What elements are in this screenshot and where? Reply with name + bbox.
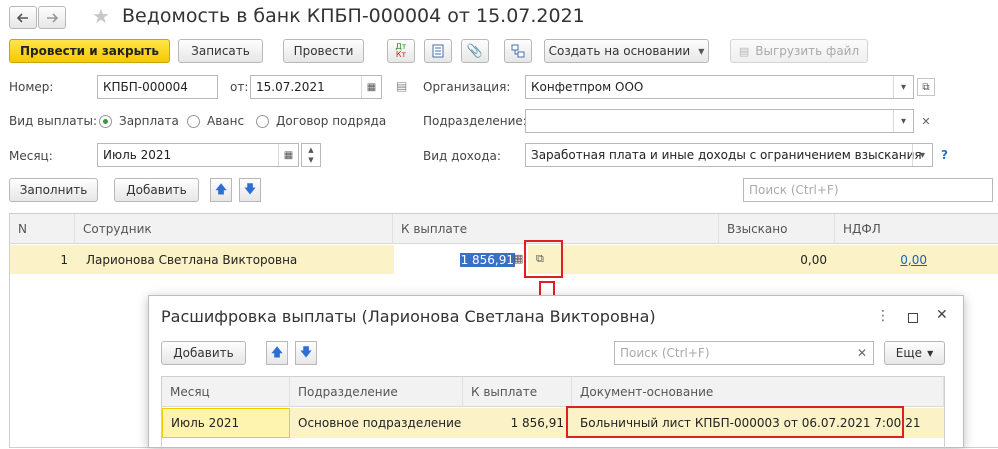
- chevron-down-icon[interactable]: ▾: [893, 110, 913, 132]
- dialog-row-month[interactable]: Июль 2021: [162, 408, 290, 438]
- highlight-open-details: [524, 240, 563, 278]
- department-field[interactable]: ▾: [525, 109, 914, 133]
- income-type-label: Вид дохода:: [423, 149, 501, 163]
- number-label: Номер:: [9, 80, 54, 94]
- column-header-month[interactable]: Месяц: [162, 377, 290, 407]
- income-type-field[interactable]: Заработная плата и иные доходы с огранич…: [525, 143, 933, 167]
- close-icon: ✕: [856, 346, 868, 360]
- clear-department-icon[interactable]: ✕: [917, 112, 935, 130]
- dialog-move-down-button[interactable]: 🡇: [295, 341, 317, 365]
- dialog-row-to-pay: 1 856,91: [510, 416, 564, 430]
- radio-contract[interactable]: [256, 115, 269, 128]
- arrow-down-icon: 🡇: [299, 344, 313, 359]
- calendar-icon[interactable]: ▦: [361, 76, 381, 98]
- dialog-add-button[interactable]: Добавить: [161, 341, 246, 365]
- organization-field[interactable]: Конфетпром ООО ▾: [525, 75, 914, 99]
- arrow-left-icon: [17, 12, 28, 23]
- radio-contract-label: Договор подряда: [276, 114, 387, 128]
- payment-type-label: Вид выплаты:: [9, 114, 98, 128]
- dialog-clear-search-button[interactable]: ✕: [851, 341, 873, 365]
- month-stepper[interactable]: ▲ ▼: [301, 143, 321, 167]
- save-button[interactable]: Записать: [178, 39, 263, 63]
- dt-kt-button[interactable]: Дт Кт: [387, 39, 415, 63]
- comment-icon[interactable]: ▤: [396, 79, 407, 93]
- dt-kt-icon: Дт Кт: [395, 42, 407, 59]
- list-button[interactable]: [424, 39, 452, 63]
- arrow-up-icon: 🡅: [270, 344, 284, 359]
- chevron-down-icon[interactable]: ▾: [912, 144, 932, 166]
- create-based-on-button[interactable]: Создать на основании ▼: [544, 39, 709, 63]
- number-field[interactable]: КПБП-000004: [97, 75, 218, 99]
- arrow-down-icon: 🡇: [243, 181, 257, 196]
- table-header: N Сотрудник К выплате Взыскано НДФЛ: [10, 214, 998, 244]
- dialog-row-department: Основное подразделение: [298, 416, 462, 430]
- fill-button[interactable]: Заполнить: [9, 178, 98, 202]
- dialog-menu-icon[interactable]: ⋮: [876, 308, 890, 324]
- post-button[interactable]: Провести: [283, 39, 364, 63]
- dialog-move-up-button[interactable]: 🡅: [266, 341, 288, 365]
- row-collected: 0,00: [800, 252, 827, 267]
- dialog-close-icon[interactable]: ✕: [936, 307, 948, 323]
- move-down-button[interactable]: 🡇: [239, 178, 261, 202]
- open-organization-icon[interactable]: ⧉: [917, 78, 935, 96]
- add-row-button[interactable]: Добавить: [114, 178, 199, 202]
- chevron-down-icon[interactable]: ▼: [308, 155, 313, 165]
- page-title: Ведомость в банк КПБП-000004 от 15.07.20…: [122, 5, 585, 27]
- column-header-employee[interactable]: Сотрудник: [75, 214, 393, 244]
- table-search-input[interactable]: Поиск (Ctrl+F): [743, 178, 993, 202]
- row-ndfl[interactable]: 0,00: [835, 245, 927, 274]
- list-icon: [432, 44, 444, 58]
- payment-details-dialog: Расшифровка выплаты (Ларионова Светлана …: [148, 295, 964, 449]
- column-header-n[interactable]: N: [10, 214, 75, 244]
- row-to-pay-editor[interactable]: 1 856,91: [394, 245, 528, 274]
- row-number: 1: [60, 252, 68, 267]
- date-field[interactable]: 15.07.2021 ▦: [250, 75, 382, 99]
- calculator-icon[interactable]: ▦: [513, 252, 523, 265]
- radio-advance[interactable]: [187, 115, 200, 128]
- move-up-button[interactable]: 🡅: [210, 178, 232, 202]
- radio-advance-label: Аванс: [207, 114, 245, 128]
- column-header-ndfl[interactable]: НДФЛ: [835, 214, 998, 244]
- chevron-down-icon[interactable]: ▾: [893, 76, 913, 98]
- forward-button[interactable]: [38, 6, 66, 29]
- month-label: Месяц:: [9, 149, 53, 163]
- dialog-table-header: Месяц Подразделение К выплате Документ-о…: [162, 377, 944, 407]
- help-icon[interactable]: ?: [941, 148, 948, 162]
- row-employee: Ларионова Светлана Викторовна: [86, 252, 298, 267]
- table-row[interactable]: 1 Ларионова Светлана Викторовна 1 856,91…: [10, 245, 998, 274]
- dialog-search-input[interactable]: Поиск (Ctrl+F): [614, 341, 874, 365]
- column-header-department[interactable]: Подразделение: [290, 377, 463, 407]
- back-button[interactable]: [9, 6, 37, 29]
- chevron-up-icon[interactable]: ▲: [308, 145, 313, 155]
- column-header-document[interactable]: Документ-основание: [572, 377, 944, 407]
- paperclip-icon: 📎: [466, 43, 484, 59]
- highlight-document-basis: [566, 406, 904, 438]
- arrow-up-icon: 🡅: [214, 181, 228, 196]
- structure-icon: [511, 44, 525, 58]
- column-header-dialog-to-pay[interactable]: К выплате: [463, 377, 572, 407]
- chevron-down-icon: ▼: [927, 348, 934, 358]
- radio-salary-label: Зарплата: [119, 114, 179, 128]
- dialog-title: Расшифровка выплаты (Ларионова Светлана …: [161, 307, 656, 326]
- column-header-collected[interactable]: Взыскано: [719, 214, 835, 244]
- attach-button[interactable]: 📎: [461, 39, 489, 63]
- radio-salary[interactable]: [99, 115, 112, 128]
- month-field[interactable]: Июль 2021 ▦: [97, 143, 299, 167]
- department-label: Подразделение:: [423, 114, 527, 128]
- export-icon: ▤: [738, 44, 750, 58]
- dialog-more-button[interactable]: Еще ▼: [884, 341, 945, 365]
- arrow-right-icon: [47, 12, 58, 23]
- date-label: от:: [230, 80, 249, 94]
- post-and-close-button[interactable]: Провести и закрыть: [9, 39, 170, 63]
- structure-button[interactable]: [504, 39, 532, 63]
- chevron-down-icon: ▼: [698, 46, 705, 56]
- calendar-icon[interactable]: ▦: [278, 144, 298, 166]
- export-file-button[interactable]: ▤ Выгрузить файл: [730, 39, 868, 63]
- organization-label: Организация:: [423, 80, 511, 94]
- dialog-maximize-icon[interactable]: [908, 313, 918, 323]
- favorite-star-icon[interactable]: ★: [92, 4, 110, 28]
